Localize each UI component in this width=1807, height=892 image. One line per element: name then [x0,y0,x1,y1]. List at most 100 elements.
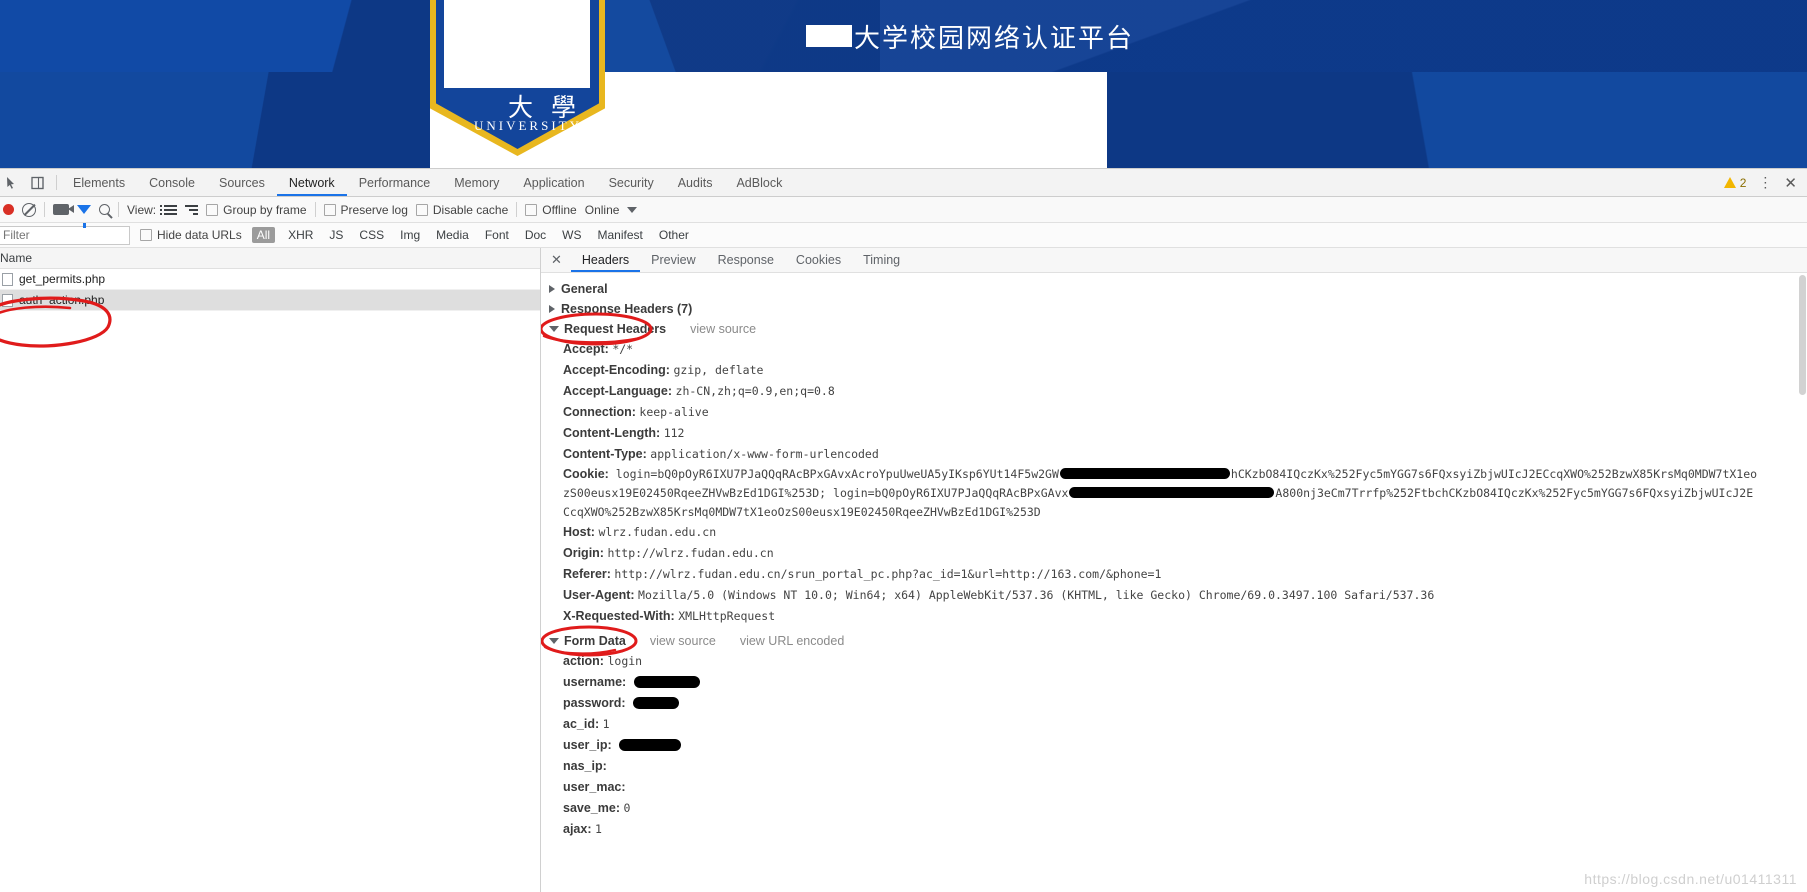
header-value: wlrz.fudan.edu.cn [598,525,717,539]
chevron-down-icon[interactable] [627,206,638,213]
more-options-icon[interactable]: ⋮ [1758,174,1772,191]
filter-type-js[interactable]: JS [326,227,346,243]
form-key: username: [563,675,627,689]
tab-sources[interactable]: Sources [207,169,277,196]
section-title[interactable]: Form Data [564,634,626,648]
search-icon[interactable] [99,204,110,215]
tab-security[interactable]: Security [597,169,666,196]
filter-type-other[interactable]: Other [656,227,692,243]
header-row: User-Agent: Mozilla/5.0 (Windows NT 10.0… [541,585,1807,606]
hide-data-urls-checkbox[interactable]: Hide data URLs [140,228,242,242]
filter-type-all[interactable]: All [251,227,276,243]
tab-elements[interactable]: Elements [61,169,137,196]
crest-subtitle: UNIVERSITY [474,118,582,133]
checkbox-box[interactable] [323,203,336,216]
preserve-log-checkbox[interactable]: Preserve log [323,203,408,217]
details-scrollbar[interactable] [1798,273,1807,892]
section-title[interactable]: Response Headers (7) [561,302,692,316]
form-data-row: ajax: 1 [541,819,1807,840]
warning-count: 2 [1739,175,1747,190]
toolbar-separator-3 [314,202,316,217]
checkbox-box[interactable] [206,203,219,216]
capture-screenshots-icon[interactable] [53,204,74,215]
devtools-tabbar-right: 2 ⋮ ✕ [1723,169,1807,196]
table-row[interactable]: get_permits.php [0,269,540,290]
throttling-value[interactable]: Online [585,203,620,217]
view-url-encoded-link[interactable]: view URL encoded [740,634,844,648]
form-value: 1 [602,717,610,731]
view-source-link[interactable]: view source [690,322,756,336]
tab-application[interactable]: Application [511,169,596,196]
header-value: gzip, deflate [673,363,764,377]
scrollbar-thumb[interactable] [1799,275,1806,395]
toolbar-separator-4 [516,202,518,217]
chevron-right-icon[interactable] [549,285,555,293]
details-tab-timing[interactable]: Timing [852,248,911,272]
close-devtools-icon[interactable]: ✕ [1784,174,1797,192]
banner-white-strip [0,72,1807,168]
inspect-element-icon[interactable] [4,175,20,191]
view-label: View: [127,202,157,217]
filter-type-xhr[interactable]: XHR [285,227,316,243]
cookie-line-1: Cookie: login=bQ0pOyR6IXU7PJaQQqRAcBPxGA… [563,465,1807,484]
section-response-headers[interactable]: Response Headers (7) [541,299,1807,319]
header-key: Origin: [563,546,604,560]
section-general[interactable]: General [541,279,1807,299]
close-details-icon[interactable]: ✕ [541,248,571,272]
details-tab-headers[interactable]: Headers [571,248,640,272]
warning-badge[interactable]: 2 [1723,175,1747,190]
site-banner: 大学校园网络认证平台 大 學 UNIVERSITY [0,0,1807,168]
view-list-icon[interactable] [160,204,178,215]
crest-white-panel [444,0,590,88]
details-tab-cookies[interactable]: Cookies [785,248,852,272]
header-value: XMLHttpRequest [678,609,776,623]
chevron-down-icon[interactable] [549,638,559,644]
table-row[interactable]: auth_action.php [0,290,540,311]
header-key: Content-Length: [563,426,661,440]
clear-network-log-icon[interactable] [22,202,36,217]
disable-cache-checkbox[interactable]: Disable cache [415,203,508,217]
filter-type-img[interactable]: Img [397,227,423,243]
checkbox-box[interactable] [525,203,538,216]
header-row: Accept: */* [541,339,1807,360]
chevron-right-icon[interactable] [549,305,555,313]
toolbar-separator-2 [118,202,119,217]
group-by-frame-checkbox[interactable]: Group by frame [206,202,307,217]
offline-checkbox[interactable]: Offline [525,203,577,217]
tab-adblock[interactable]: AdBlock [724,169,794,196]
section-title[interactable]: General [561,282,608,296]
tab-audits[interactable]: Audits [666,169,725,196]
form-data-row: username: [541,672,1807,693]
view-waterfall-icon[interactable] [185,204,199,215]
group-by-frame-label: Group by frame [223,202,307,217]
filter-type-ws[interactable]: WS [559,227,584,243]
form-data-row: password: [541,693,1807,714]
record-network-log-icon[interactable] [3,204,14,215]
filter-input[interactable] [0,225,130,245]
details-tab-response[interactable]: Response [707,248,785,272]
tab-performance[interactable]: Performance [347,169,443,196]
section-request-headers[interactable]: Request Headers view source [541,312,1807,346]
filter-type-doc[interactable]: Doc [522,227,549,243]
request-name: get_permits.php [19,272,106,286]
checkbox-box[interactable] [415,203,428,216]
hide-data-urls-label: Hide data URLs [157,228,242,242]
tab-console[interactable]: Console [137,169,207,196]
tab-memory[interactable]: Memory [442,169,511,196]
redaction-bar [619,739,682,751]
device-toolbar-icon[interactable] [30,175,46,191]
chevron-down-icon[interactable] [549,326,559,332]
section-title[interactable]: Request Headers [564,322,666,336]
filter-type-css[interactable]: CSS [356,227,387,243]
details-tab-preview[interactable]: Preview [640,248,706,272]
tab-network[interactable]: Network [277,169,347,196]
filter-icon[interactable] [77,205,91,228]
filter-type-media[interactable]: Media [433,227,472,243]
tabbar-separator [56,175,57,190]
view-source-link[interactable]: view source [650,634,716,648]
filter-type-font[interactable]: Font [482,227,512,243]
checkbox-box[interactable] [140,229,152,241]
section-form-data[interactable]: Form Data view source view URL encoded [541,625,1807,657]
document-icon [2,293,13,307]
filter-type-manifest[interactable]: Manifest [595,227,646,243]
